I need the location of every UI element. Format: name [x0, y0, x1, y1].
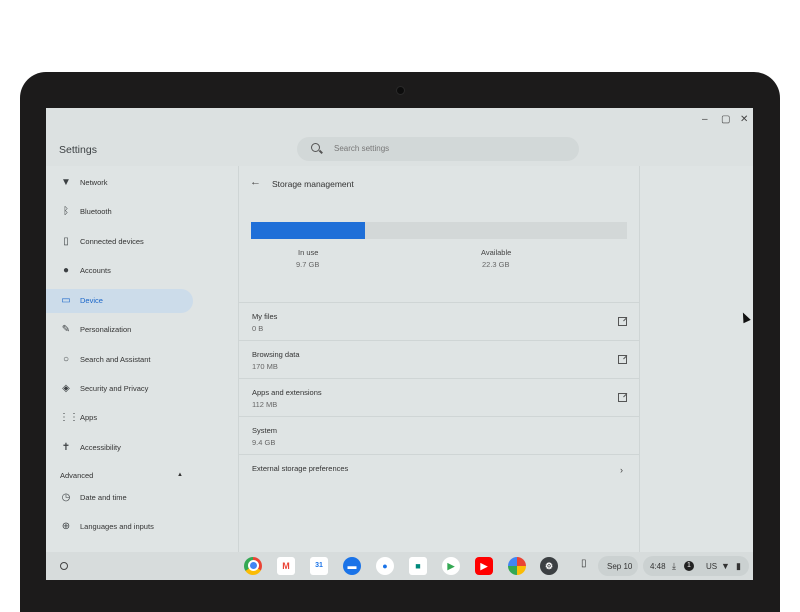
- search-placeholder: Search settings: [334, 144, 390, 153]
- close-button[interactable]: ✕: [740, 114, 748, 125]
- phone-hub-icon[interactable]: ▯: [581, 558, 587, 569]
- laptop-icon: ▭: [61, 295, 71, 306]
- sidebar-item-label: Accounts: [80, 266, 111, 275]
- accessibility-icon: ✝: [61, 442, 71, 453]
- date-label: Sep 10: [607, 562, 633, 571]
- battery-icon: ▮: [736, 561, 741, 571]
- messages-icon[interactable]: ●: [376, 557, 394, 575]
- sidebar-item-label: Languages and inputs: [80, 522, 154, 531]
- row-title: Apps and extensions: [252, 388, 322, 397]
- bluetooth-icon: ᛒ: [63, 206, 69, 217]
- sidebar-item-languages-and-inputs[interactable]: ⊕ Languages and inputs: [46, 515, 193, 539]
- row-size: 0 B: [252, 324, 264, 333]
- youtube-icon[interactable]: ▶: [475, 557, 493, 575]
- calendar-icon[interactable]: 31: [310, 557, 328, 575]
- sidebar-item-apps[interactable]: ⋮⋮ Apps: [46, 406, 193, 430]
- maximize-button[interactable]: ▢: [721, 114, 730, 125]
- files-icon[interactable]: ▬: [343, 557, 361, 575]
- sidebar-item-label: Connected devices: [80, 237, 144, 246]
- wifi-icon: ▼: [721, 561, 730, 571]
- sidebar-item-label: Accessibility: [80, 443, 121, 452]
- time-label: 4:48: [650, 562, 666, 571]
- available-value: 22.3 GB: [482, 260, 510, 269]
- storage-row-my-files[interactable]: My files 0 B: [239, 302, 639, 341]
- storage-row-browsing-data[interactable]: Browsing data 170 MB: [239, 340, 639, 379]
- advanced-section-toggle[interactable]: Advanced: [60, 471, 93, 480]
- launcher-button[interactable]: [60, 562, 68, 570]
- wifi-icon: ▼: [61, 177, 71, 188]
- photos-icon[interactable]: [508, 557, 526, 575]
- external-link-icon[interactable]: [618, 317, 627, 326]
- minimize-button[interactable]: –: [702, 114, 708, 125]
- download-icon: ⤓: [672, 561, 676, 571]
- title-bar: Settings – ▢ ✕ Search settings: [46, 108, 753, 166]
- sidebar-item-security-and-privacy[interactable]: ◈ Security and Privacy: [46, 377, 193, 401]
- clock-icon: ◷: [61, 492, 71, 503]
- input-method-label: US: [706, 562, 718, 571]
- search-icon: [311, 143, 320, 152]
- in-use-label: In use: [298, 248, 319, 257]
- row-title: System: [252, 426, 278, 435]
- row-size: 112 MB: [252, 400, 278, 409]
- search-icon: ○: [62, 354, 70, 365]
- mouse-cursor: [739, 310, 751, 324]
- row-title: External storage preferences: [252, 464, 349, 473]
- sidebar-item-accounts[interactable]: ● Accounts: [46, 259, 193, 283]
- sidebar-item-label: Apps: [80, 413, 98, 422]
- sidebar-item-label: Security and Privacy: [80, 384, 149, 393]
- page-title: Storage management: [272, 179, 354, 189]
- row-size: 9.4 GB: [252, 438, 276, 447]
- sidebar-item-personalization[interactable]: ✎ Personalization: [46, 318, 193, 342]
- sidebar-item-device[interactable]: ▭ Device: [46, 289, 193, 313]
- available-label: Available: [481, 248, 512, 257]
- sidebar-item-label: Search and Assistant: [80, 355, 151, 364]
- storage-row-external-storage-preferences[interactable]: External storage preferences ›: [239, 454, 639, 483]
- storage-used-fill: [251, 222, 365, 239]
- screen: Settings – ▢ ✕ Search settings ▼ Network…: [46, 108, 753, 580]
- brush-icon: ✎: [61, 324, 71, 335]
- row-title: My files: [252, 312, 278, 321]
- external-link-icon[interactable]: [618, 393, 627, 402]
- person-icon: ●: [62, 265, 70, 276]
- chevron-right-icon: ›: [620, 465, 623, 475]
- row-title: Browsing data: [252, 350, 300, 359]
- external-link-icon[interactable]: [618, 355, 627, 364]
- sidebar-item-search-and-assistant[interactable]: ○ Search and Assistant: [46, 348, 193, 372]
- sidebar: ▼ Network ᛒ Bluetooth ▯ Connected device…: [46, 166, 238, 552]
- sidebar-item-label: Date and time: [80, 493, 127, 502]
- back-arrow-icon[interactable]: ←: [250, 176, 261, 188]
- globe-icon: ⊕: [61, 521, 71, 532]
- storage-usage-bar: [251, 222, 627, 239]
- sidebar-item-accessibility[interactable]: ✝ Accessibility: [46, 436, 193, 460]
- meet-icon[interactable]: ■: [409, 557, 427, 575]
- sidebar-item-label: Bluetooth: [80, 207, 112, 216]
- row-size: 170 MB: [252, 362, 278, 371]
- shield-icon: ◈: [62, 383, 70, 394]
- apps-grid-icon: ⋮⋮: [59, 412, 79, 423]
- sidebar-item-label: Personalization: [80, 325, 132, 334]
- sidebar-item-connected-devices[interactable]: ▯ Connected devices: [46, 230, 193, 254]
- app-title: Settings: [59, 144, 97, 156]
- status-tray[interactable]: 4:48 ⤓ 1 US ▼ ▮: [643, 556, 749, 576]
- storage-row-system: System 9.4 GB: [239, 416, 639, 455]
- gmail-icon[interactable]: M: [277, 557, 295, 575]
- play-store-icon[interactable]: ▶: [442, 557, 460, 575]
- webcam: [396, 86, 405, 95]
- search-input[interactable]: Search settings: [297, 137, 579, 161]
- sidebar-item-network[interactable]: ▼ Network: [46, 171, 193, 195]
- sidebar-item-label: Network: [80, 178, 108, 187]
- chrome-icon[interactable]: [244, 557, 262, 575]
- notification-count-badge: 1: [684, 561, 694, 571]
- shelf: M 31 ▬ ● ■ ▶ ▶ ⚙ ▯ Sep 10 4:48 ⤓ 1 US ▼ …: [46, 552, 753, 580]
- storage-management-panel: ← Storage management In use 9.7 GB Avail…: [238, 166, 640, 552]
- storage-row-apps-and-extensions[interactable]: Apps and extensions 112 MB: [239, 378, 639, 417]
- chevron-up-icon[interactable]: ▲: [177, 472, 183, 478]
- date-tray[interactable]: Sep 10: [598, 556, 638, 576]
- phone-icon: ▯: [63, 236, 69, 247]
- sidebar-item-bluetooth[interactable]: ᛒ Bluetooth: [46, 200, 193, 224]
- sidebar-item-label: Device: [80, 296, 103, 305]
- in-use-value: 9.7 GB: [296, 260, 320, 269]
- sidebar-item-date-and-time[interactable]: ◷ Date and time: [46, 486, 193, 510]
- settings-icon[interactable]: ⚙: [540, 557, 558, 575]
